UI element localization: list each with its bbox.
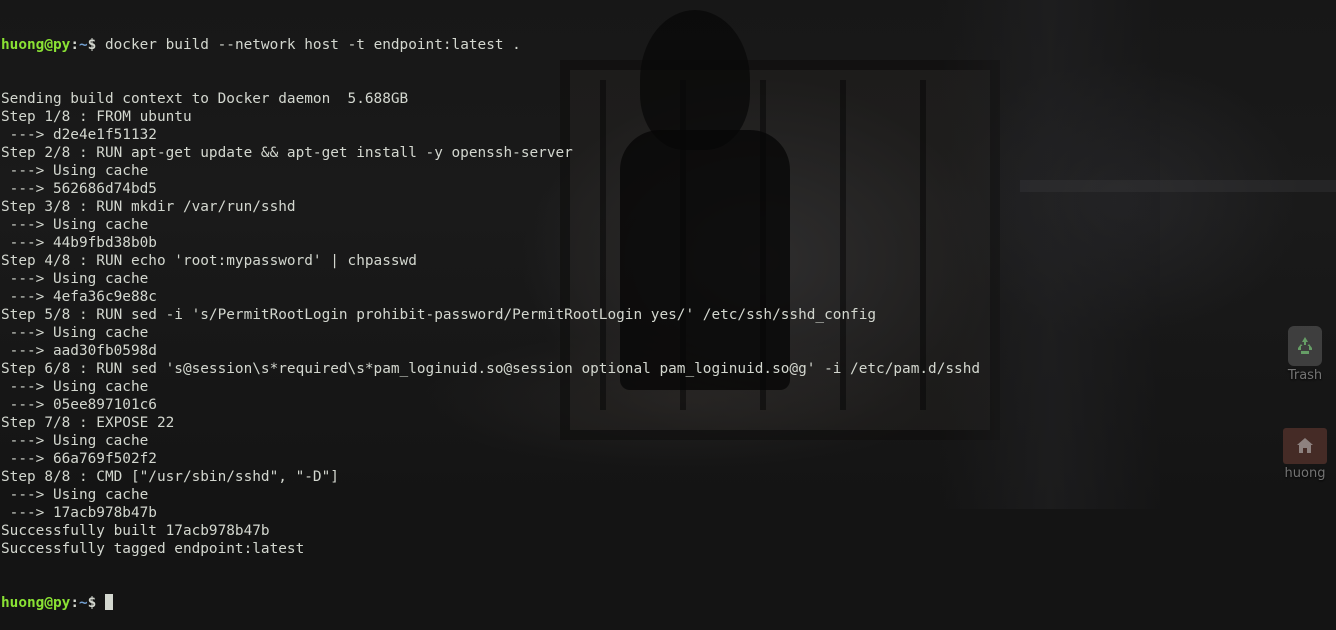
output-line: ---> 562686d74bd5 bbox=[1, 181, 157, 197]
desktop-icon-label: huong bbox=[1284, 466, 1326, 481]
text-cursor bbox=[104, 594, 113, 610]
prompt-symbol: $ bbox=[87, 595, 105, 611]
prompt-separator: : bbox=[70, 37, 79, 53]
output-line: ---> Using cache bbox=[1, 163, 149, 179]
command-line: huong@py:~$ docker build --network host … bbox=[1, 36, 980, 54]
desktop-icon-trash[interactable]: Trash bbox=[1275, 326, 1335, 383]
prompt-user-host: huong@py bbox=[1, 37, 71, 53]
output-line: Step 2/8 : RUN apt-get update && apt-get… bbox=[1, 145, 573, 161]
output-line: Step 1/8 : FROM ubuntu bbox=[1, 109, 192, 125]
prompt-symbol: $ bbox=[87, 37, 105, 53]
home-folder-icon bbox=[1283, 428, 1327, 464]
output-line: Sending build context to Docker daemon 5… bbox=[1, 91, 409, 107]
output-line: Step 6/8 : RUN sed 's@session\s*required… bbox=[1, 361, 981, 377]
trash-icon bbox=[1288, 326, 1322, 366]
prompt-path: ~ bbox=[78, 595, 88, 611]
terminal-window[interactable]: huong@py:~$ docker build --network host … bbox=[1, 0, 980, 630]
output-line: ---> 17acb978b47b bbox=[1, 505, 157, 521]
desktop-icon-home-folder[interactable]: huong bbox=[1275, 428, 1335, 481]
output-line: ---> Using cache bbox=[1, 433, 149, 449]
output-line: Step 5/8 : RUN sed -i 's/PermitRootLogin… bbox=[1, 307, 877, 323]
output-line: Step 7/8 : EXPOSE 22 bbox=[1, 415, 175, 431]
output-line: Step 4/8 : RUN echo 'root:mypassword' | … bbox=[1, 253, 417, 269]
output-line: ---> 44b9fbd38b0b bbox=[1, 235, 157, 251]
prompt-user-host: huong@py bbox=[1, 595, 71, 611]
prompt-separator: : bbox=[70, 595, 79, 611]
command-text: docker build --network host -t endpoint:… bbox=[104, 37, 521, 53]
output-line: ---> Using cache bbox=[1, 217, 149, 233]
output-line: ---> Using cache bbox=[1, 325, 149, 341]
desktop-icon-label: Trash bbox=[1287, 368, 1323, 383]
output-line: Successfully built 17acb978b47b bbox=[1, 523, 270, 539]
output-line: Successfully tagged endpoint:latest bbox=[1, 541, 305, 557]
output-line: ---> aad30fb0598d bbox=[1, 343, 157, 359]
output-line: ---> Using cache bbox=[1, 379, 149, 395]
output-line: Step 8/8 : CMD ["/usr/sbin/sshd", "-D"] bbox=[1, 469, 339, 485]
output-line: Step 3/8 : RUN mkdir /var/run/sshd bbox=[1, 199, 296, 215]
output-line: ---> Using cache bbox=[1, 487, 149, 503]
prompt-path: ~ bbox=[78, 37, 88, 53]
output-line: ---> d2e4e1f51132 bbox=[1, 127, 157, 143]
output-line: ---> 66a769f502f2 bbox=[1, 451, 157, 467]
active-prompt-line[interactable]: huong@py:~$ bbox=[1, 594, 980, 612]
terminal-output: Sending build context to Docker daemon 5… bbox=[1, 90, 980, 558]
wallpaper-ledge bbox=[1020, 180, 1336, 192]
output-line: ---> 05ee897101c6 bbox=[1, 397, 157, 413]
output-line: ---> Using cache bbox=[1, 271, 149, 287]
output-line: ---> 4efa36c9e88c bbox=[1, 289, 157, 305]
